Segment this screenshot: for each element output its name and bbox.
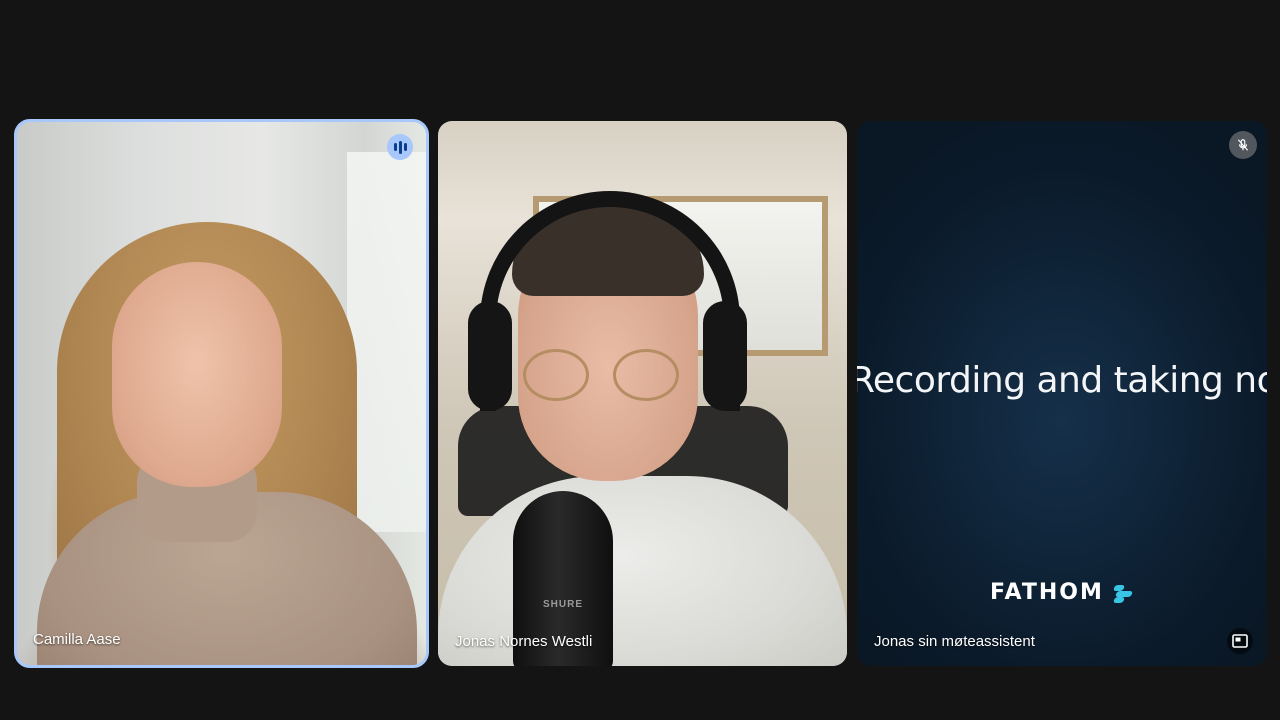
mic-off-icon — [1229, 131, 1257, 159]
fathom-logo: FATHOM — [990, 580, 1134, 605]
participant-tile-assistant[interactable]: Recording and taking notes FATHOM Jonas … — [857, 121, 1267, 666]
participant-video-face — [112, 262, 282, 487]
participant-name: Jonas sin møteassistent — [874, 633, 1035, 650]
speaking-indicator-icon — [387, 134, 413, 160]
participant-tile-jonas[interactable]: SHURE Jonas Nornes Westli — [438, 121, 847, 666]
glasses-right-lens — [613, 349, 679, 401]
microphone-brand-logo: SHURE — [543, 599, 584, 610]
recording-status-text: Recording and taking notes — [857, 360, 1267, 401]
headphone-left-cup — [468, 301, 512, 411]
meeting-stage: Camilla Aase SHURE Jonas Nornes Westli R… — [0, 0, 1280, 720]
background-window — [347, 152, 426, 532]
participant-name: Jonas Nornes Westli — [455, 633, 593, 650]
glasses-left-lens — [523, 349, 589, 401]
headphone-right-cup — [703, 301, 747, 411]
fathom-wordmark: FATHOM — [990, 580, 1104, 605]
fathom-mark-icon — [1112, 582, 1134, 604]
picture-in-picture-icon[interactable] — [1227, 628, 1253, 654]
participant-name: Camilla Aase — [33, 631, 121, 648]
participant-tile-camilla[interactable]: Camilla Aase — [14, 119, 429, 668]
